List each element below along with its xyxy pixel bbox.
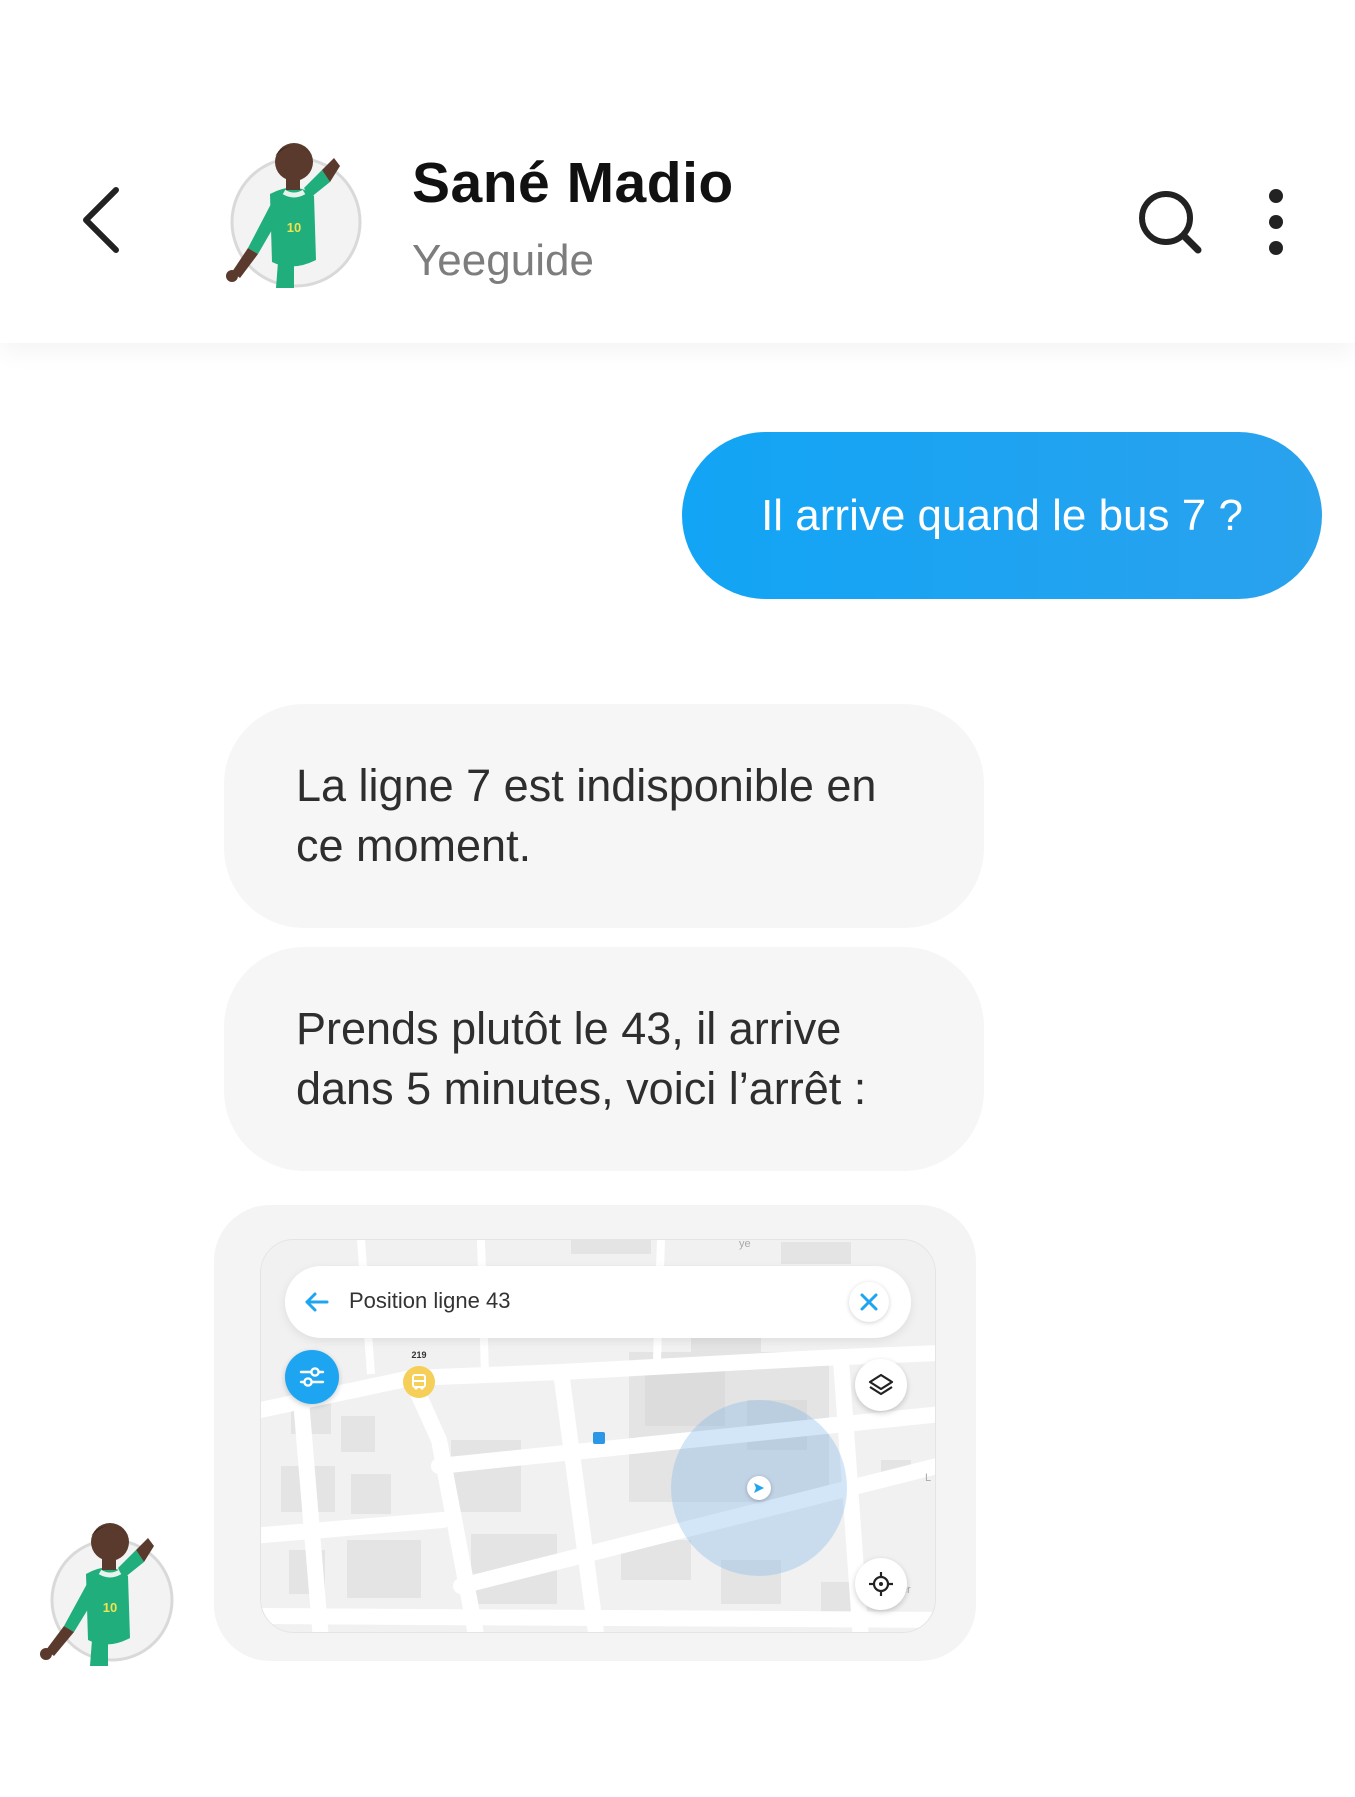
more-vertical-icon (1269, 189, 1283, 255)
map-label: ye (739, 1239, 751, 1250)
message-text: La ligne 7 est indisponible en ce moment… (296, 760, 877, 871)
layers-icon (868, 1373, 894, 1396)
bus-stop-number: 219 (411, 1350, 427, 1360)
contact-name[interactable]: Sané Madio (412, 150, 734, 216)
footballer-avatar-illustration: 10 (226, 143, 362, 288)
map-layers-button[interactable] (855, 1359, 907, 1411)
map-close-button[interactable] (849, 1282, 889, 1322)
svg-text:10: 10 (103, 1600, 117, 1615)
message-text: Prends plutôt le 43, il arrive dans 5 mi… (296, 1003, 867, 1114)
outgoing-message[interactable]: Il arrive quand le bus 7 ? (682, 432, 1322, 599)
map-message[interactable]: ye L iiter 219 (214, 1205, 976, 1661)
sender-avatar[interactable]: 10 (28, 1522, 178, 1672)
user-position-marker[interactable] (747, 1476, 771, 1500)
map-preview[interactable]: ye L iiter 219 (260, 1239, 936, 1633)
crosshair-icon (869, 1572, 893, 1596)
incoming-message[interactable]: Prends plutôt le 43, il arrive dans 5 mi… (224, 947, 984, 1171)
close-icon (860, 1293, 878, 1311)
arrow-left-icon (305, 1292, 329, 1312)
bus-stop-marker[interactable]: 219 (397, 1350, 441, 1404)
message-text: Il arrive quand le bus 7 ? (761, 490, 1243, 540)
map-locate-button[interactable] (855, 1558, 907, 1610)
filter-icon (299, 1367, 325, 1387)
navigation-arrow-icon (754, 1483, 764, 1493)
map-filter-button[interactable] (285, 1350, 339, 1404)
chat-header: 10 Sané Madio Yeeguide (0, 0, 1355, 343)
contact-subtitle: Yeeguide (412, 236, 594, 285)
footballer-avatar-illustration: 10 (40, 1523, 174, 1666)
map-search-text[interactable]: Position ligne 43 (349, 1288, 510, 1314)
bus-icon (412, 1374, 426, 1390)
search-button[interactable] (1134, 186, 1206, 258)
back-button[interactable] (66, 180, 140, 260)
map-search-bar[interactable]: Position ligne 43 (285, 1266, 911, 1338)
map-back-button[interactable] (301, 1286, 333, 1318)
bus-stop-dot (403, 1366, 435, 1398)
bus-stop-sign-icon (593, 1432, 605, 1444)
svg-text:10: 10 (287, 220, 301, 235)
map-label: L (925, 1472, 932, 1484)
incoming-message[interactable]: La ligne 7 est indisponible en ce moment… (224, 704, 984, 928)
contact-avatar[interactable]: 10 (218, 140, 368, 290)
more-options-button[interactable] (1256, 186, 1296, 258)
chevron-left-icon (83, 187, 119, 253)
search-icon (1139, 191, 1202, 254)
